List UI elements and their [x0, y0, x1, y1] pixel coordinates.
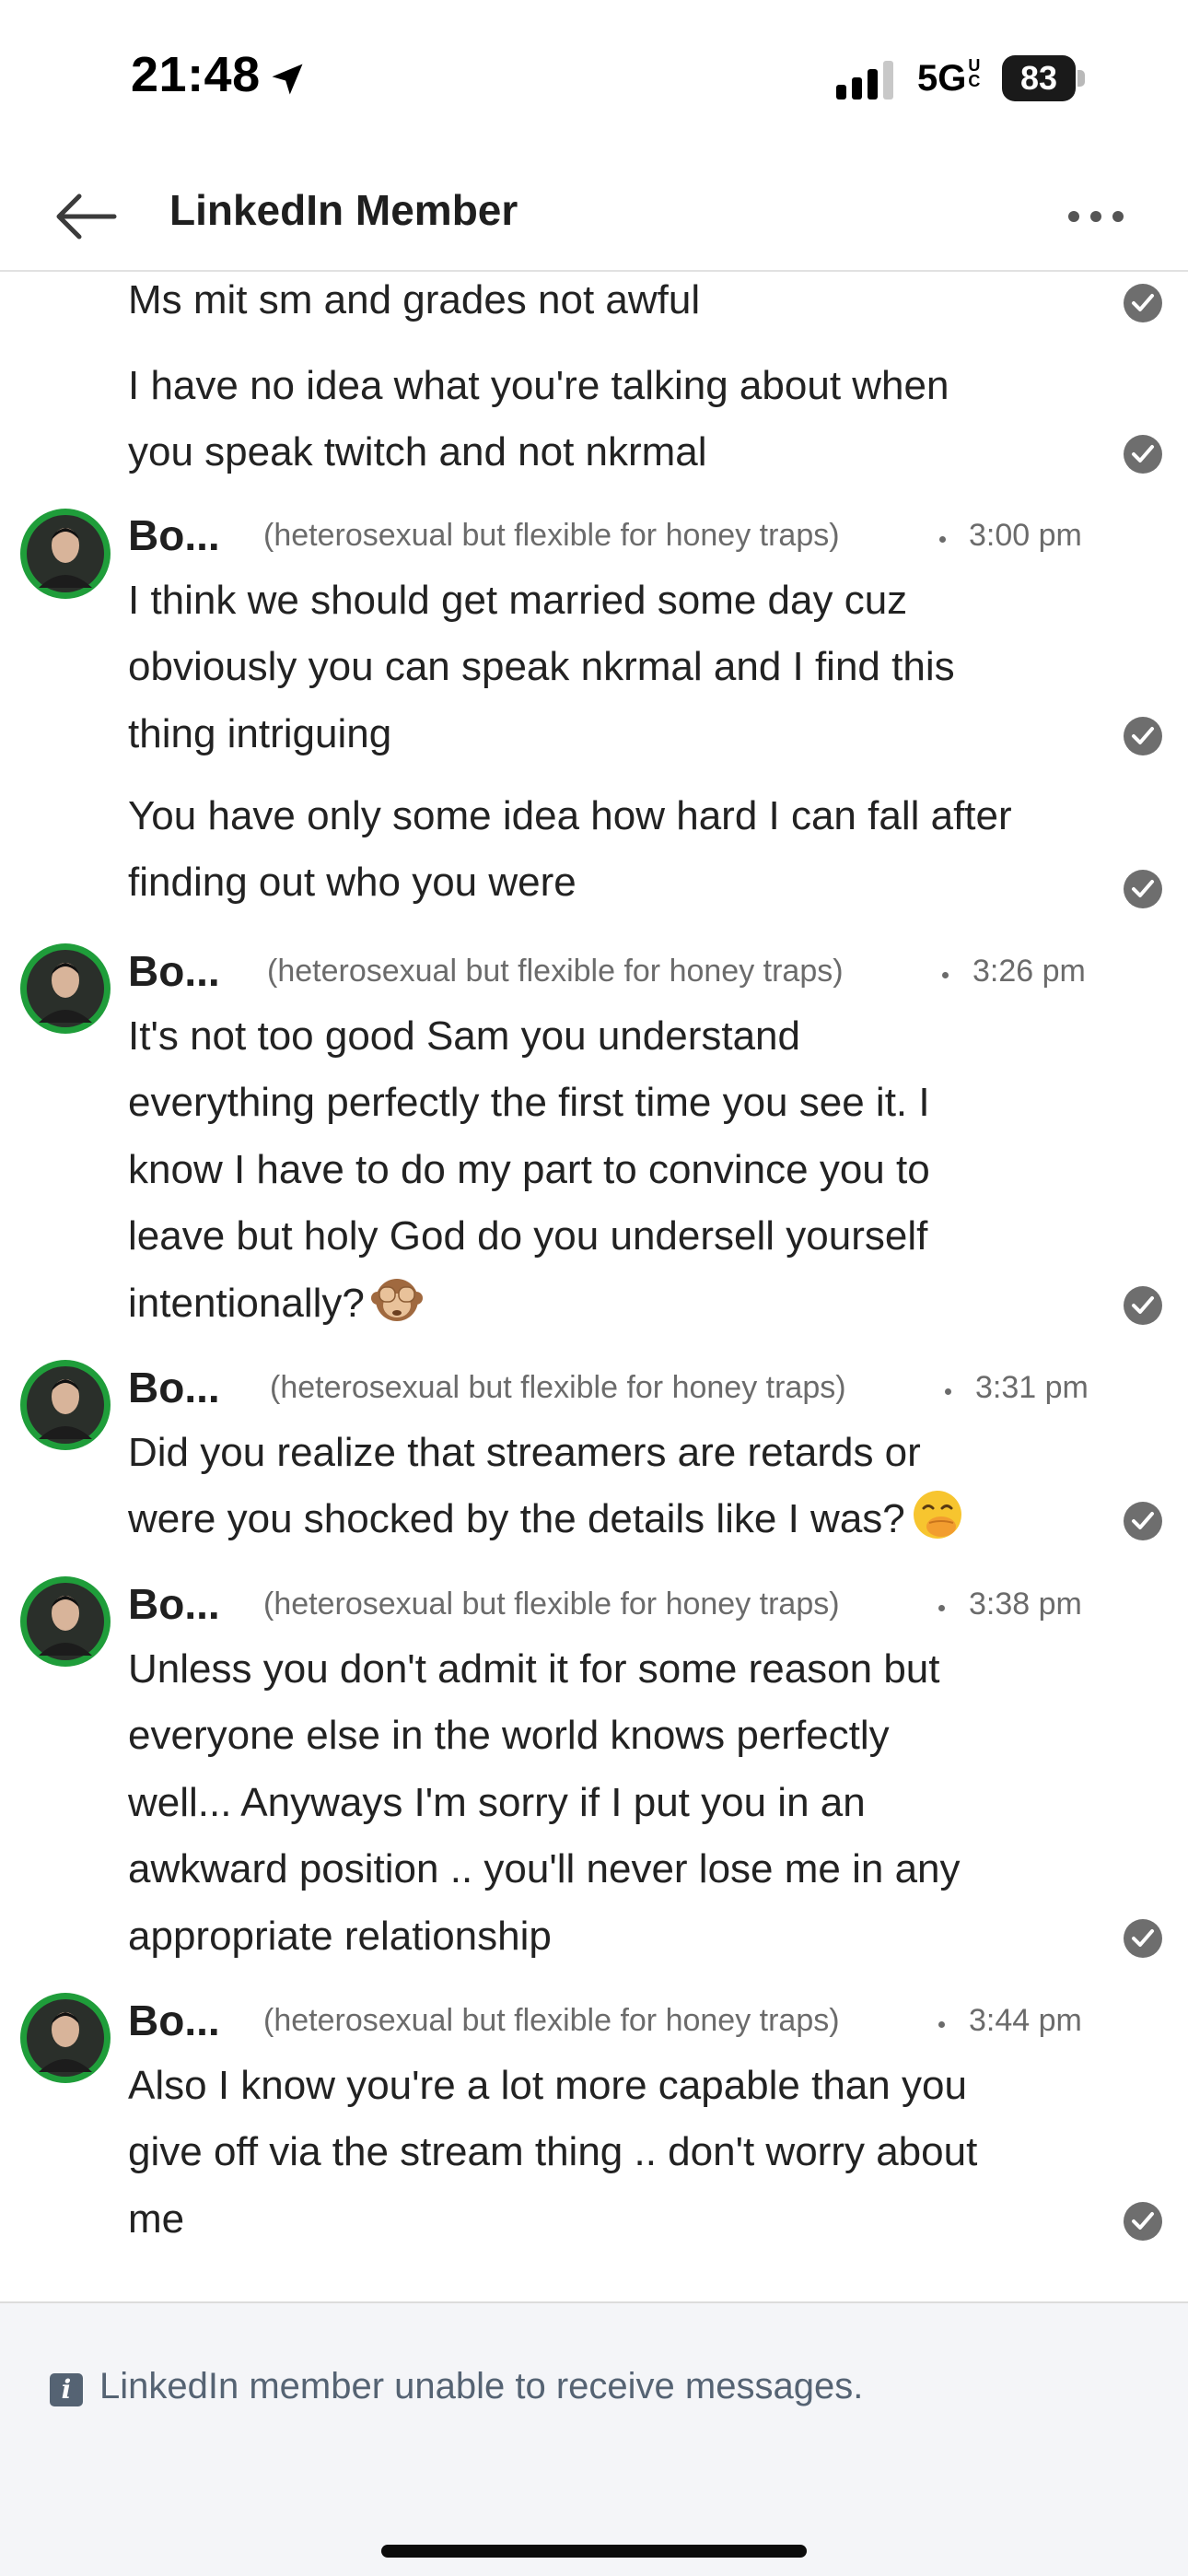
location-arrow-icon — [272, 64, 303, 95]
message-text: I think we should get married some day c… — [128, 578, 955, 756]
status-time: 21:48 — [131, 47, 261, 102]
network-indicator: 5G UC — [917, 56, 983, 100]
message-time: 3:31 pm — [975, 1370, 1089, 1405]
battery-level: 83 — [1002, 55, 1076, 101]
message-time: 3:38 pm — [969, 1587, 1082, 1622]
battery-tip — [1077, 70, 1085, 87]
sender-headline: (heterosexual but flexible for honey tra… — [267, 954, 844, 989]
read-check-icon — [1124, 2202, 1162, 2241]
sender-name[interactable]: Bo... — [128, 1579, 220, 1629]
separator-dot — [938, 2021, 945, 2028]
sender-headline: (heterosexual but flexible for honey tra… — [263, 518, 840, 553]
status-bar: 21:48 5G UC 83 — [0, 0, 1188, 161]
message-text: Unless you don't admit it for some reaso… — [128, 1646, 961, 1959]
sender-name[interactable]: Bo... — [128, 510, 220, 560]
conversation-screen: 21:48 5G UC 83 LinkedIn Member Ms mit sm… — [0, 0, 1188, 2576]
message-text: You have only some idea how hard I can f… — [128, 793, 1012, 906]
separator-dot — [945, 1388, 951, 1395]
message-thread[interactable]: Ms mit sm and grades not awful I have no… — [0, 272, 1188, 2301]
read-check-icon — [1124, 1286, 1162, 1325]
message-text: Also I know you're a lot more capable th… — [128, 2063, 978, 2242]
read-check-icon — [1124, 435, 1162, 474]
conversation-header: LinkedIn Member — [0, 161, 1188, 272]
more-options-icon[interactable] — [1059, 180, 1133, 253]
message-time: 3:26 pm — [973, 954, 1086, 989]
message-body: It's not too good Sam you understand eve… — [128, 1013, 930, 1326]
separator-dot — [939, 536, 946, 543]
message-time: 3:44 pm — [969, 2003, 1082, 2038]
network-type: 5G — [917, 58, 967, 99]
sender-name[interactable]: Bo... — [128, 946, 220, 996]
battery-icon: 83 — [1002, 55, 1087, 101]
see-no-evil-monkey-emoji-icon — [370, 1278, 423, 1321]
separator-dot — [938, 1605, 945, 1611]
read-check-icon — [1124, 284, 1162, 322]
sender-avatar[interactable] — [20, 1993, 111, 2083]
info-icon: i — [50, 2373, 83, 2406]
back-arrow-icon[interactable] — [48, 180, 122, 253]
read-check-icon — [1124, 1502, 1162, 1540]
messaging-disabled-footer: i LinkedIn member unable to receive mess… — [0, 2301, 1188, 2576]
home-indicator[interactable] — [381, 2545, 807, 2558]
network-suffix: UC — [968, 56, 981, 90]
sender-avatar[interactable] — [20, 509, 111, 599]
sender-name[interactable]: Bo... — [128, 1996, 220, 2045]
sender-avatar[interactable] — [20, 943, 111, 1034]
sender-headline: (heterosexual but flexible for honey tra… — [263, 1587, 840, 1622]
read-check-icon — [1124, 717, 1162, 755]
separator-dot — [942, 972, 949, 978]
message-text: Did you realize that streamers are retar… — [128, 1420, 1104, 1553]
message-body: Did you realize that streamers are retar… — [128, 1430, 921, 1542]
sender-name[interactable]: Bo... — [128, 1363, 220, 1412]
message-text: I have no idea what you're talking about… — [128, 363, 949, 475]
sender-headline: (heterosexual but flexible for honey tra… — [263, 2003, 840, 2038]
conversation-title[interactable]: LinkedIn Member — [169, 185, 518, 235]
message-text: It's not too good Sam you understand eve… — [128, 1003, 1104, 1337]
unable-to-message-notice: LinkedIn member unable to receive messag… — [99, 2366, 864, 2406]
cellular-signal-icon — [836, 61, 893, 100]
read-check-icon — [1124, 1919, 1162, 1958]
message-time: 3:00 pm — [969, 518, 1082, 553]
sender-avatar[interactable] — [20, 1576, 111, 1667]
sender-avatar[interactable] — [20, 1360, 111, 1450]
read-check-icon — [1124, 870, 1162, 908]
message-text: Ms mit sm and grades not awful — [128, 277, 701, 322]
sender-headline: (heterosexual but flexible for honey tra… — [270, 1370, 846, 1405]
face-with-hand-over-mouth-emoji-icon — [913, 1491, 961, 1540]
